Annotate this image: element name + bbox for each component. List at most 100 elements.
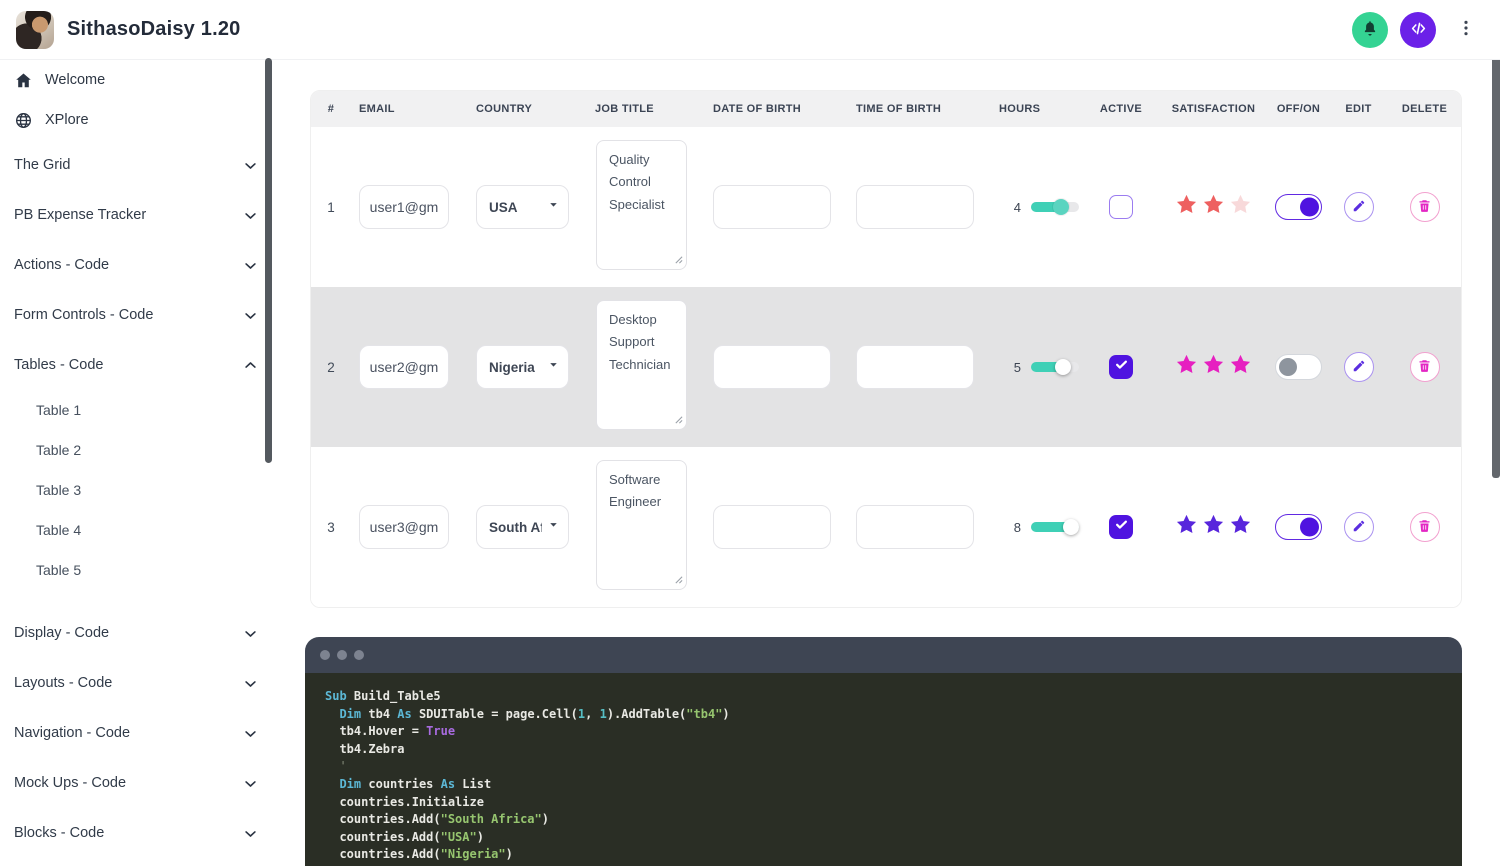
page-scrollbar-thumb[interactable] (1492, 60, 1500, 478)
off-on-toggle[interactable] (1275, 514, 1322, 540)
chevron-down-icon (243, 208, 258, 223)
hours-slider-thumb[interactable] (1052, 199, 1069, 215)
row-index: 3 (327, 519, 335, 535)
sidebar-group-blocks-code[interactable]: Blocks - Code (0, 808, 280, 858)
star-icon[interactable] (1201, 352, 1226, 382)
time-of-birth-input[interactable] (856, 505, 974, 549)
time-of-birth-input[interactable] (856, 345, 974, 389)
off-on-toggle[interactable] (1275, 194, 1322, 220)
email-input[interactable] (359, 345, 449, 389)
top-actions (1352, 11, 1476, 48)
country-select[interactable]: South Africa (476, 505, 569, 549)
star-icon[interactable] (1201, 512, 1226, 542)
sidebar-group-tables-code[interactable]: Tables - Code (0, 340, 280, 390)
edit-button[interactable] (1343, 192, 1374, 222)
job-title-textarea[interactable]: Quality Control Specialist (596, 139, 687, 270)
code-line: Dim countries As List (339, 776, 492, 791)
sidebar-group-label: Display - Code (14, 625, 110, 641)
active-checkbox[interactable] (1109, 195, 1133, 219)
sidebar-item-table-4[interactable]: Table 4 (0, 510, 280, 550)
sidebar-group-label: Navigation - Code (14, 725, 131, 741)
delete-button[interactable] (1409, 192, 1440, 222)
job-title-textarea[interactable]: Desktop Support Technician (596, 299, 687, 430)
star-icon[interactable] (1201, 192, 1226, 222)
star-icon[interactable] (1174, 192, 1199, 222)
date-of-birth-input[interactable] (713, 505, 831, 549)
star-icon[interactable] (1174, 512, 1199, 542)
avatar (16, 10, 54, 49)
time-of-birth-input[interactable] (856, 185, 974, 229)
active-checkbox[interactable] (1109, 355, 1133, 379)
code-line: ' (325, 759, 347, 774)
toggle-knob (1300, 197, 1319, 217)
star-icon[interactable] (1228, 352, 1253, 382)
sidebar-group-actions-code[interactable]: Actions - Code (0, 240, 280, 290)
sidebar-group-layouts-code[interactable]: Layouts - Code (0, 658, 280, 708)
brand: SithasoDaisy 1.20 (16, 10, 241, 49)
star-icon[interactable] (1174, 352, 1199, 382)
sidebar-group-display-code[interactable]: Display - Code (0, 608, 280, 658)
sidebar-group-label: Actions - Code (14, 257, 110, 273)
email-input[interactable] (359, 505, 449, 549)
column-header-time-of-birth: TIME OF BIRTH (856, 103, 942, 115)
code-view-button[interactable] (1400, 11, 1436, 48)
country-select[interactable]: USA (476, 185, 569, 229)
code-line: tb4.Zebra (325, 741, 405, 756)
sidebar-item-label: Table 3 (36, 482, 82, 498)
table-row: 1 USA Quality Control Specialist (311, 127, 1461, 287)
star-icon[interactable] (1228, 512, 1253, 542)
sidebar-group-label: Tables - Code (14, 357, 104, 373)
sidebar-item-table-3[interactable]: Table 3 (0, 470, 280, 510)
sidebar-item-table-5[interactable]: Table 5 (0, 550, 280, 590)
trash-icon (1417, 198, 1432, 216)
toggle-knob (1279, 358, 1297, 376)
sidebar-group-label: PB Expense Tracker (14, 207, 147, 223)
sidebar-group-form-controls-code[interactable]: Form Controls - Code (0, 290, 280, 340)
country-select-value: Nigeria (489, 359, 535, 375)
date-of-birth-input[interactable] (713, 345, 831, 389)
hours-slider-thumb[interactable] (1062, 519, 1079, 535)
hours-slider[interactable] (1031, 359, 1079, 375)
column-header-hours: HOURS (999, 103, 1041, 115)
pencil-icon (1352, 199, 1366, 216)
column-header-off-on: OFF/ON (1276, 103, 1321, 115)
edit-button[interactable] (1343, 352, 1374, 382)
edit-button[interactable] (1343, 512, 1374, 542)
hours-slider[interactable] (1031, 199, 1079, 215)
sidebar-group-navigation-code[interactable]: Navigation - Code (0, 708, 280, 758)
active-checkbox[interactable] (1109, 515, 1133, 539)
globe-icon (14, 111, 33, 130)
date-of-birth-input[interactable] (713, 185, 831, 229)
sidebar-group-mock-ups-code[interactable]: Mock Ups - Code (0, 758, 280, 808)
row-index: 2 (327, 359, 335, 375)
caret-down-icon (547, 358, 560, 376)
star-icon[interactable] (1228, 192, 1253, 222)
column-header-index: # (327, 103, 335, 115)
sidebar-item-table-1[interactable]: Table 1 (0, 390, 280, 430)
sidebar-item-welcome[interactable]: Welcome (0, 60, 280, 100)
sidebar-item-xplore[interactable]: XPlore (0, 100, 280, 140)
notifications-button[interactable] (1352, 11, 1388, 48)
email-input[interactable] (359, 185, 449, 229)
hours-slider[interactable] (1031, 519, 1079, 535)
chevron-down-icon (243, 158, 258, 173)
hours-slider-thumb[interactable] (1054, 359, 1071, 375)
kebab-menu-button[interactable] (1456, 18, 1476, 41)
sidebar-item-label: Table 4 (36, 522, 82, 538)
country-select[interactable]: Nigeria (476, 345, 569, 389)
delete-button[interactable] (1409, 352, 1440, 382)
table-header-row: # EMAIL COUNTRY JOB TITLE DATE OF BIRTH … (311, 91, 1461, 127)
sidebar-item-table-2[interactable]: Table 2 (0, 430, 280, 470)
window-dot-icon (320, 650, 330, 660)
code-line: Dim tb4 As SDUITable = page.Cell(1, 1).A… (339, 706, 730, 721)
column-header-edit: EDIT (1345, 103, 1372, 115)
toggle-knob (1300, 517, 1319, 537)
sidebar-group-pb-expense-tracker[interactable]: PB Expense Tracker (0, 190, 280, 240)
table-row: 3 South Africa Software Engineer (311, 447, 1461, 607)
sidebar-group-the-grid[interactable]: The Grid (0, 140, 280, 190)
column-header-email: EMAIL (359, 103, 395, 115)
sidebar-scrollbar-thumb[interactable] (265, 58, 272, 463)
job-title-textarea[interactable]: Software Engineer (596, 459, 687, 590)
delete-button[interactable] (1409, 512, 1440, 542)
off-on-toggle[interactable] (1275, 354, 1322, 380)
